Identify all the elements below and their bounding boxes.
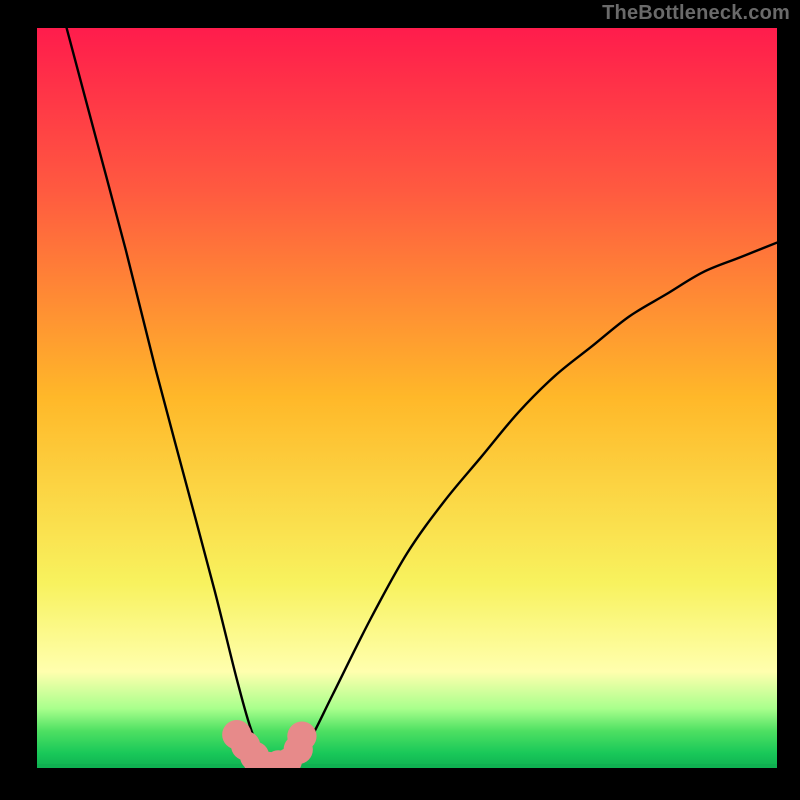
green-baseline xyxy=(37,764,777,768)
watermark-text: TheBottleneck.com xyxy=(602,2,790,25)
gradient-background xyxy=(37,28,777,768)
chart-canvas xyxy=(0,0,800,800)
curve-marker xyxy=(287,722,316,751)
